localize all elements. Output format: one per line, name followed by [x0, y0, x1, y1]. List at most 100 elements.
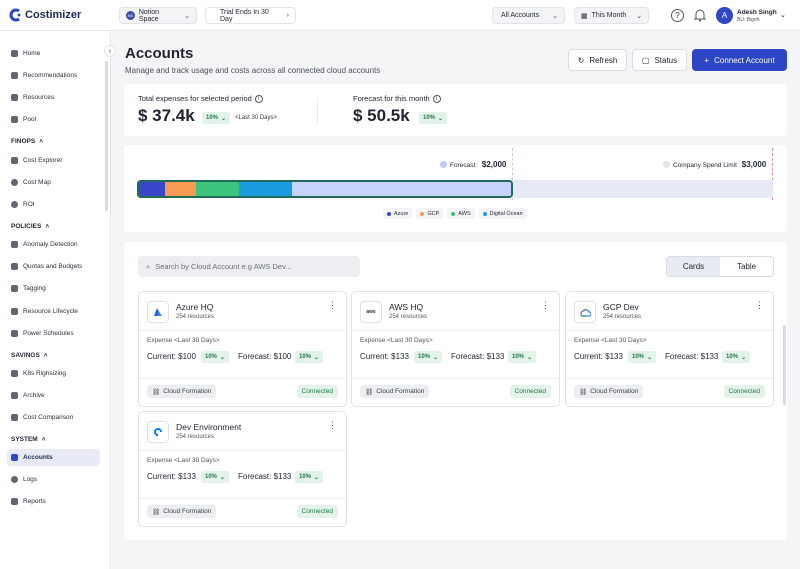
anomaly-icon: [11, 241, 18, 248]
search-input[interactable]: ⌕ Search by Cloud Account e.g AWS Dev...: [138, 256, 360, 277]
user-name[interactable]: Adesh Singh: [737, 9, 777, 16]
sidebar-item-anomaly-detection[interactable]: Anomaly Detection: [7, 236, 100, 253]
account-card[interactable]: Azure HQ 254 resources ⋮ Expense <Last 3…: [138, 291, 347, 407]
search-placeholder: Search by Cloud Account e.g AWS Dev...: [155, 262, 292, 271]
collapse-sidebar-button[interactable]: ‹: [104, 45, 116, 57]
info-icon[interactable]: i: [432, 94, 441, 103]
more-options-icon[interactable]: ⋮: [328, 420, 337, 431]
map-icon: [11, 179, 18, 186]
sidebar-item-resources[interactable]: Resources: [7, 89, 100, 106]
avatar[interactable]: A: [716, 7, 733, 24]
spend-bar[interactable]: [137, 180, 513, 198]
more-options-icon[interactable]: ⋮: [755, 300, 764, 311]
sidebar-item-label: Reports: [23, 498, 46, 505]
logo[interactable]: Costimizer: [8, 8, 81, 22]
status-badge: Connected: [296, 385, 338, 398]
section-label: SYSTEM: [11, 436, 38, 443]
source-label: Cloud Formation: [163, 388, 212, 395]
sidebar-item-resource-lifecycle[interactable]: Resource Lifecycle: [7, 303, 100, 320]
workspace-selector[interactable]: NS Notion Space ⌄: [119, 7, 197, 24]
account-card[interactable]: GCP Dev 254 resources ⋮ Expense <Last 30…: [565, 291, 774, 407]
clipboard-icon: ▢: [641, 55, 650, 65]
budget-icon: [11, 263, 18, 270]
account-resources: 254 resources: [603, 314, 642, 320]
tab-table[interactable]: Table: [720, 257, 773, 276]
account-name: Azure HQ: [176, 302, 214, 312]
sidebar-scrollbar[interactable]: [105, 61, 108, 211]
sidebar-item-logs[interactable]: Logs: [7, 471, 100, 488]
section-system[interactable]: SYSTEM ˄: [11, 436, 46, 443]
sidebar-item-cost-comparison[interactable]: Cost Comparison: [7, 409, 100, 426]
sidebar-item-k8s-rightsizing[interactable]: K8s Righsizing: [7, 365, 100, 382]
account-name: AWS HQ: [389, 302, 424, 312]
digitalocean-logo-icon: [147, 421, 169, 443]
current-change-badge: 10% ⌄: [201, 471, 230, 483]
chevron-down-icon[interactable]: ⌄: [780, 11, 786, 19]
sidebar-item-tagging[interactable]: Tagging: [7, 280, 100, 297]
sidebar-item-cost-map[interactable]: Cost Map: [7, 174, 100, 191]
source-label: Cloud Formation: [590, 388, 639, 395]
sidebar-item-pool[interactable]: Pool: [7, 111, 100, 128]
sidebar-item-home[interactable]: Home: [7, 45, 100, 62]
refresh-button[interactable]: ↻ Refresh: [568, 49, 627, 71]
change-value: 10%: [205, 474, 218, 480]
chevron-up-icon: ˄: [43, 352, 48, 359]
main-scrollbar[interactable]: [783, 325, 786, 405]
trial-banner[interactable]: Trial Ends In 30 Day ›: [205, 7, 296, 24]
info-icon[interactable]: i: [254, 94, 263, 103]
help-icon[interactable]: ?: [671, 9, 684, 22]
sidebar-item-recommendations[interactable]: Recommendations: [7, 67, 100, 84]
trial-text: Trial Ends In 30 Day: [220, 8, 269, 23]
source-label: Cloud Formation: [163, 508, 212, 515]
view-toggle: Cards Table: [666, 256, 774, 277]
change-value: 10%: [632, 354, 645, 360]
more-options-icon[interactable]: ⋮: [541, 300, 550, 311]
card-divider: [139, 330, 346, 331]
sidebar-item-label: Tagging: [23, 285, 46, 292]
legend-label: Digital Ocean: [489, 210, 523, 217]
sidebar-item-archive[interactable]: Archive: [7, 387, 100, 404]
section-savings[interactable]: SAVINGS ˄: [11, 352, 48, 359]
chevron-down-icon: ⌄: [527, 354, 533, 361]
account-card[interactable]: Dev Environment 254 resources ⋮ Expense …: [138, 411, 347, 527]
sidebar-item-power-schedules[interactable]: Power Schedules: [7, 325, 100, 342]
legend-label: AWS: [458, 210, 471, 217]
chevron-down-icon: ⌄: [433, 354, 439, 361]
period-filter[interactable]: ▦ This Month ⌄: [574, 7, 649, 24]
forecast-change-badge: 10% ⌄: [722, 351, 751, 363]
user-business-unit: BU: Bigoh: [737, 17, 760, 23]
gcp-dot: [420, 211, 425, 216]
bell-icon[interactable]: [693, 9, 707, 24]
total-expenses-value: $ 37.4k: [138, 106, 195, 125]
legend-aws: AWS: [447, 208, 475, 219]
top-bar: Costimizer NS Notion Space ⌄ Trial Ends …: [0, 0, 800, 31]
sidebar-item-roi[interactable]: ROI: [7, 196, 100, 213]
stats-divider: [317, 98, 318, 124]
sidebar-item-quotas-budgets[interactable]: Quotas and Budgets: [7, 258, 100, 275]
status-badge: Connected: [296, 505, 338, 518]
chevron-down-icon: ⌄: [647, 354, 653, 361]
tab-cards[interactable]: Cards: [667, 257, 720, 276]
status-label: Status: [654, 55, 678, 65]
account-card[interactable]: aws AWS HQ 254 resources ⋮ Expense <Last…: [351, 291, 560, 407]
chevron-down-icon: ⌄: [741, 354, 747, 361]
forecast-change-badge: 10% ⌄: [295, 471, 324, 483]
status-button[interactable]: ▢ Status: [632, 49, 687, 71]
current-change-badge: 10% ⌄: [414, 351, 443, 363]
sidebar-item-cost-explorer[interactable]: Cost Explorer: [7, 152, 100, 169]
forecast-marker-value: $2,000: [481, 160, 507, 169]
sidebar-item-accounts[interactable]: Accounts: [7, 449, 100, 466]
section-policies[interactable]: POLICIES ˄: [11, 223, 49, 230]
spend-legend: Azure GCP AWS Digital Ocean: [383, 208, 527, 219]
sidebar-item-reports[interactable]: Reports: [7, 493, 100, 510]
section-finops[interactable]: FINOPS ˄: [11, 138, 43, 145]
digital-ocean-segment: [239, 182, 292, 196]
connect-account-button[interactable]: + Connect Account: [692, 49, 787, 71]
section-label: POLICIES: [11, 223, 42, 230]
archive-icon: [11, 392, 18, 399]
section-label: FINOPS: [11, 138, 36, 145]
more-options-icon[interactable]: ⋮: [328, 300, 337, 311]
accounts-filter[interactable]: All Accounts ⌄: [492, 7, 565, 24]
account-name: GCP Dev: [603, 302, 639, 312]
current-cost: Current: $133: [147, 472, 196, 481]
